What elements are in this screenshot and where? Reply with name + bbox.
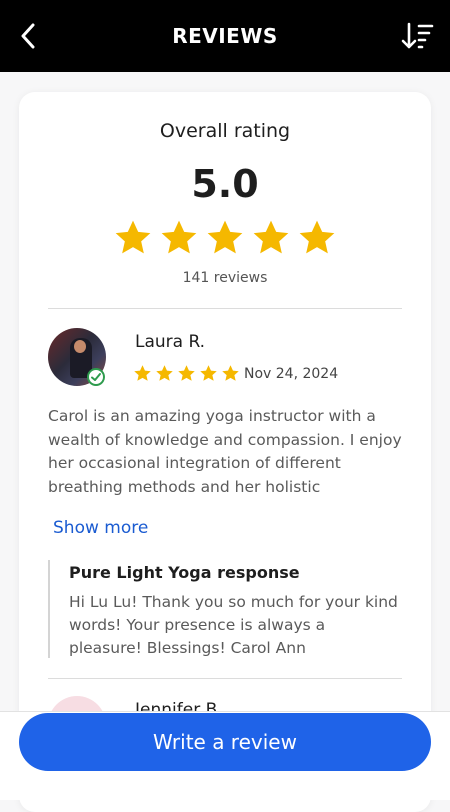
response-text: Hi Lu Lu! Thank you so much for your kin…	[69, 593, 398, 657]
review-text: Carol is an amazing yoga instructor with…	[48, 407, 402, 496]
star-icon	[299, 220, 335, 254]
reviewer-name: Laura R.	[135, 332, 206, 352]
divider	[48, 308, 402, 309]
review-star-rating	[133, 364, 240, 383]
star-icon	[222, 365, 239, 381]
star-icon	[200, 365, 217, 381]
divider	[48, 678, 402, 679]
sort-descending-icon	[401, 22, 434, 49]
review-date: Nov 24, 2024	[244, 366, 339, 382]
overall-rating-label: Overall rating	[159, 120, 291, 142]
star-icon	[134, 365, 151, 381]
overall-star-rating	[19, 218, 431, 258]
verified-badge-icon	[87, 368, 105, 386]
star-icon	[207, 220, 243, 254]
reviews-card: Overall rating 5.0 141 reviews Laura R. …	[19, 92, 431, 812]
show-more-link[interactable]: Show more	[53, 518, 148, 538]
star-icon	[253, 220, 289, 254]
page-title: REVIEWS	[172, 24, 278, 48]
response-title: Pure Light Yoga response	[69, 563, 300, 582]
star-icon	[156, 365, 173, 381]
star-icon	[178, 365, 195, 381]
star-icon	[115, 220, 151, 254]
sort-button[interactable]	[400, 20, 436, 52]
owner-response: Pure Light Yoga response Hi Lu Lu! Thank…	[48, 560, 402, 658]
write-review-button[interactable]: Write a review	[19, 713, 431, 771]
review-count: 141 reviews	[182, 270, 268, 286]
avatar-face	[74, 340, 86, 353]
top-bar: REVIEWS	[0, 0, 450, 72]
overall-rating-score: 5.0	[191, 162, 259, 206]
star-icon	[161, 220, 197, 254]
